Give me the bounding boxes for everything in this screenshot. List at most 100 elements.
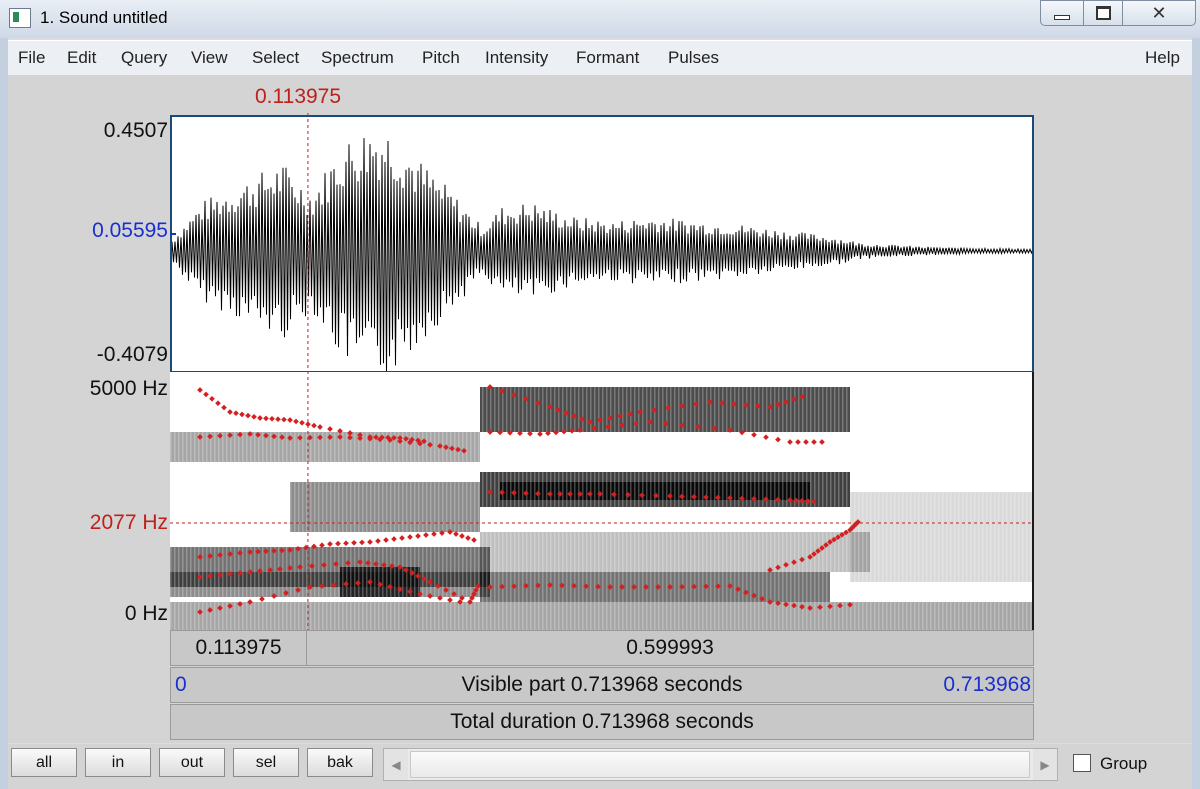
- spectrogram-striation-360: [530, 372, 532, 630]
- spectrogram-striation-664: [834, 372, 836, 630]
- spectrogram-striation-40: [210, 372, 212, 630]
- menu-query[interactable]: Query: [121, 48, 167, 68]
- maximize-button[interactable]: [1083, 0, 1123, 26]
- spectrogram-striation-792: [962, 372, 964, 630]
- spectrogram-striation-0: [170, 372, 172, 630]
- scroll-left-icon[interactable]: ◀: [384, 749, 408, 780]
- spectrogram-striation-24: [194, 372, 196, 630]
- spectrogram-striation-796: [966, 372, 968, 630]
- spectrogram-striation-156: [326, 372, 328, 630]
- menu-bar: File Edit Query View Select Spectrum Pit…: [8, 40, 1192, 76]
- cursor-time-label: 0.113975: [255, 85, 342, 108]
- menu-help[interactable]: Help: [1145, 48, 1180, 68]
- spectrogram-striation-660: [830, 372, 832, 630]
- spectrogram-striation-172: [342, 372, 344, 630]
- spectrogram-striation-380: [550, 372, 552, 630]
- spectrogram-striation-716: [886, 372, 888, 630]
- spectrogram-striation-188: [358, 372, 360, 630]
- sel-button[interactable]: sel: [233, 748, 299, 777]
- visible-start-label: 0: [175, 673, 187, 696]
- spectrogram-striation-100: [270, 372, 272, 630]
- spectrogram-striation-676: [846, 372, 848, 630]
- spectrogram-striation-764: [934, 372, 936, 630]
- close-button[interactable]: ✕: [1122, 0, 1196, 26]
- horizontal-scrollbar[interactable]: ◀ ▶: [383, 748, 1058, 781]
- spectrogram-striation-684: [854, 372, 856, 630]
- spectrogram-striation-332: [502, 372, 504, 630]
- spectrogram-striation-516: [686, 372, 688, 630]
- spectrogram-striation-356: [526, 372, 528, 630]
- spectrogram-striation-76: [246, 372, 248, 630]
- window-frame-left: [0, 38, 8, 789]
- sel-button-label: sel: [255, 753, 277, 771]
- spectrogram-striation-44: [214, 372, 216, 630]
- spectrogram-striation-760: [930, 372, 932, 630]
- spectrogram-striation-460: [630, 372, 632, 630]
- spectrogram-striation-284: [454, 372, 456, 630]
- visible-part-bar[interactable]: 0 Visible part 0.713968 seconds 0.713968: [170, 667, 1034, 703]
- spectrogram-striation-736: [906, 372, 908, 630]
- spectrogram-striation-152: [322, 372, 324, 630]
- menu-formant[interactable]: Formant: [576, 48, 639, 68]
- spectrogram-striation-692: [862, 372, 864, 630]
- spectrogram-striation-16: [186, 372, 188, 630]
- cursor-segment-bar[interactable]: 0.113975: [170, 630, 307, 666]
- spectrogram-striation-848: [1018, 372, 1020, 630]
- spectrogram-striation-144: [314, 372, 316, 630]
- all-button[interactable]: all: [11, 748, 77, 777]
- menu-pulses[interactable]: Pulses: [668, 48, 719, 68]
- menu-select[interactable]: Select: [252, 48, 299, 68]
- window-title: 1. Sound untitled: [40, 8, 168, 27]
- in-button[interactable]: in: [85, 748, 151, 777]
- bak-button-label: bak: [327, 753, 353, 771]
- spectrogram-striation-160: [330, 372, 332, 630]
- spectrogram-panel[interactable]: [170, 372, 1034, 630]
- total-duration-bar[interactable]: Total duration 0.713968 seconds: [170, 704, 1034, 740]
- spectrogram-striation-372: [542, 372, 544, 630]
- spectrogram-striation-452: [622, 372, 624, 630]
- spectrogram-striation-124: [294, 372, 296, 630]
- spectrogram-striation-368: [538, 372, 540, 630]
- spectrogram-y-cursor: 2077 Hz: [89, 511, 168, 534]
- out-button[interactable]: out: [159, 748, 225, 777]
- spectrogram-striation-788: [958, 372, 960, 630]
- bak-button[interactable]: bak: [307, 748, 373, 777]
- spectrogram-striation-440: [610, 372, 612, 630]
- spectrogram-striation-772: [942, 372, 944, 630]
- spectrogram-striation-12: [182, 372, 184, 630]
- spectrogram-striation-580: [750, 372, 752, 630]
- spectrogram-striation-844: [1014, 372, 1016, 630]
- spectrogram-striation-588: [758, 372, 760, 630]
- menu-spectrum[interactable]: Spectrum: [321, 48, 394, 68]
- spectrogram-striation-728: [898, 372, 900, 630]
- spectrogram-striation-528: [698, 372, 700, 630]
- menu-file[interactable]: File: [18, 48, 45, 68]
- scroll-right-icon[interactable]: ▶: [1033, 749, 1057, 780]
- menu-edit[interactable]: Edit: [67, 48, 96, 68]
- spectrogram-striation-256: [426, 372, 428, 630]
- minimize-button[interactable]: [1040, 0, 1084, 26]
- spectrogram-striation-28: [198, 372, 200, 630]
- spectrogram-striation-472: [642, 372, 644, 630]
- menu-pitch[interactable]: Pitch: [422, 48, 460, 68]
- scroll-thumb[interactable]: [410, 751, 1030, 778]
- menu-intensity[interactable]: Intensity: [485, 48, 548, 68]
- spectrogram-striation-348: [518, 372, 520, 630]
- spectrogram-striation-416: [586, 372, 588, 630]
- remaining-segment-bar[interactable]: 0.599993: [306, 630, 1034, 666]
- waveform-y-max: 0.4507: [103, 119, 168, 142]
- group-checkbox[interactable]: [1073, 754, 1091, 772]
- spectrogram-striation-560: [730, 372, 732, 630]
- spectrogram-striation-564: [734, 372, 736, 630]
- maximize-icon: [1095, 6, 1111, 20]
- spectrogram-striation-732: [902, 372, 904, 630]
- spectrogram-plot: [170, 372, 1032, 630]
- spectrogram-striation-836: [1006, 372, 1008, 630]
- waveform-panel[interactable]: [170, 115, 1034, 373]
- menu-view[interactable]: View: [191, 48, 228, 68]
- spectrogram-striation-860: [1030, 372, 1032, 630]
- spectrogram-striation-4: [174, 372, 176, 630]
- spectrogram-striation-648: [818, 372, 820, 630]
- spectrogram-striation-316: [486, 372, 488, 630]
- spectrogram-striation-312: [482, 372, 484, 630]
